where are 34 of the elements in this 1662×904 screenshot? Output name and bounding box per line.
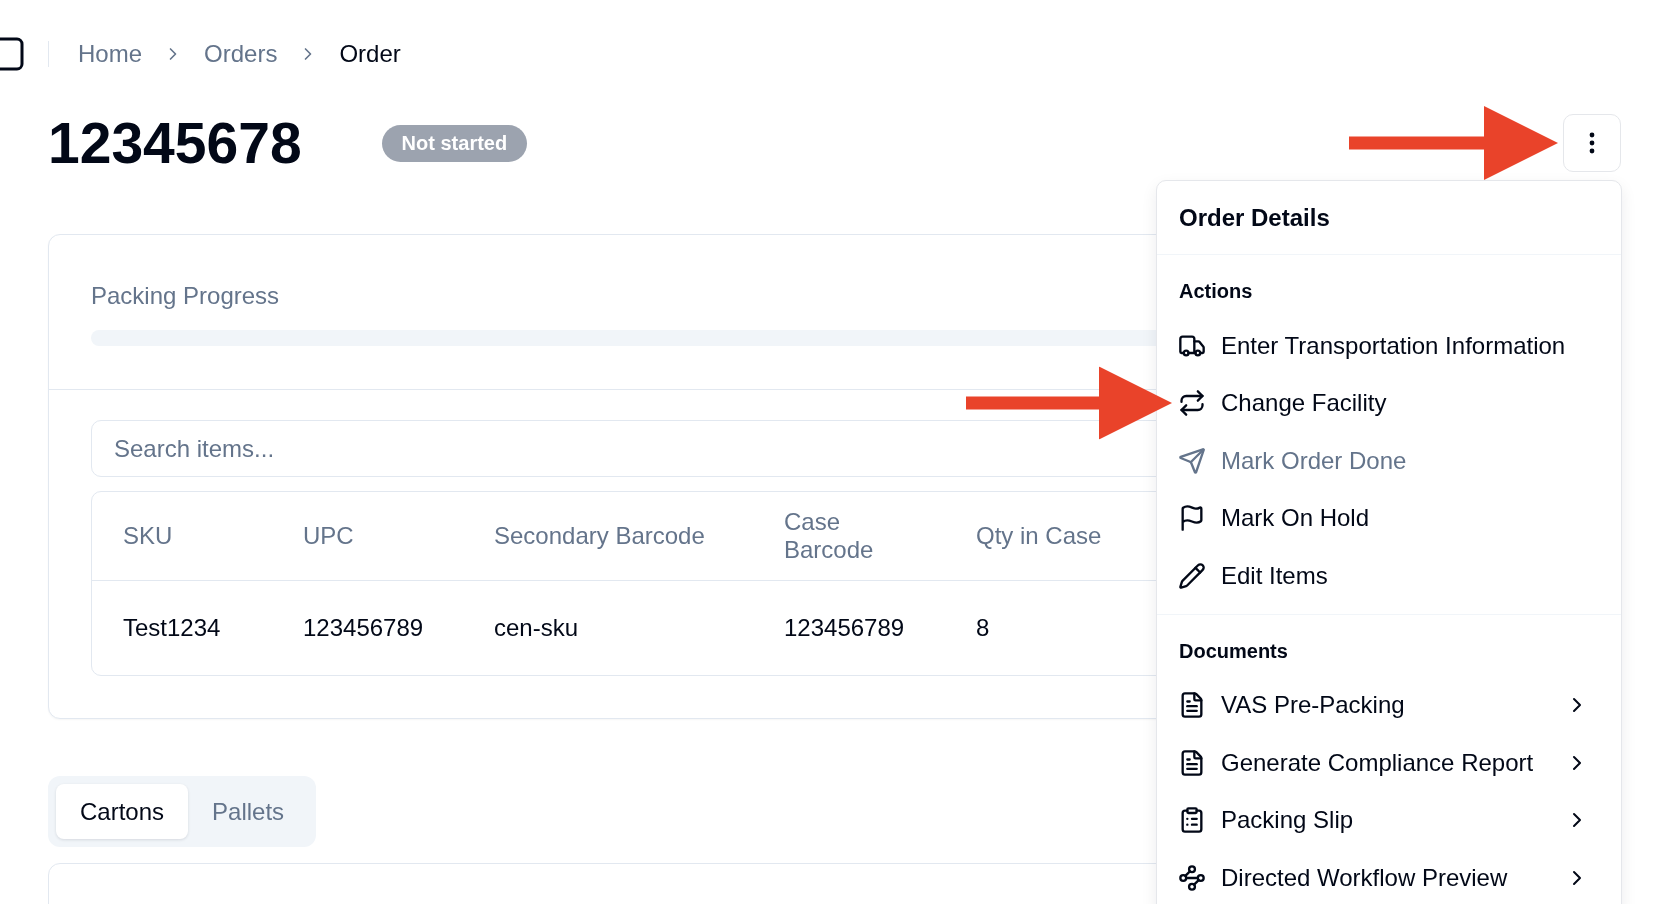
menu-item[interactable]: Directed Workflow Preview: [1157, 849, 1621, 904]
column-header: Qty in Case: [975, 521, 1103, 551]
breadcrumb-link[interactable]: Home: [78, 37, 143, 71]
menu-item[interactable]: VAS Pre-Packing: [1157, 676, 1621, 734]
menu-section-heading: Documents: [1179, 638, 1288, 664]
progress-label: Packing Progress: [91, 282, 280, 310]
order-title: 12345678: [48, 111, 302, 175]
more-icon: [1589, 132, 1595, 154]
menu-item[interactable]: Enter Transportation Information: [1157, 317, 1621, 375]
table-cell-text: 123456789: [783, 613, 906, 643]
arrows-loop-icon: [1178, 389, 1206, 418]
tab[interactable]: Cartons: [56, 784, 189, 839]
sidebar-toggle-icon[interactable]: [0, 37, 24, 71]
column-header: SKU: [122, 521, 174, 551]
status-badge: Not started: [381, 124, 528, 162]
column-header: Secondary Barcode: [493, 521, 706, 551]
menu-item[interactable]: Edit Items: [1157, 547, 1621, 605]
menu-item[interactable]: Generate Compliance Report: [1157, 734, 1621, 792]
menu-section-heading: Actions: [1179, 279, 1253, 304]
table-cell-text: 8: [975, 613, 991, 643]
menu-title: Order Details: [1179, 203, 1330, 232]
current-page-label: Order: [339, 39, 401, 69]
waypoints-icon: [1178, 863, 1206, 892]
tab[interactable]: Pallets: [188, 784, 309, 839]
table-cell-text: Test1234: [122, 613, 222, 643]
table-cell-text: 123456789: [302, 613, 425, 643]
pencil-icon: [1178, 561, 1206, 590]
menu-item[interactable]: Mark On Hold: [1157, 489, 1621, 547]
menu-item[interactable]: Packing Slip: [1157, 791, 1621, 849]
column-header: Case Barcode: [783, 507, 875, 565]
breadcrumb-link[interactable]: Orders: [204, 37, 278, 71]
column-header: UPC: [302, 521, 355, 551]
paper-plane-icon: [1178, 446, 1206, 475]
table-cell-text: cen-sku: [493, 613, 580, 643]
